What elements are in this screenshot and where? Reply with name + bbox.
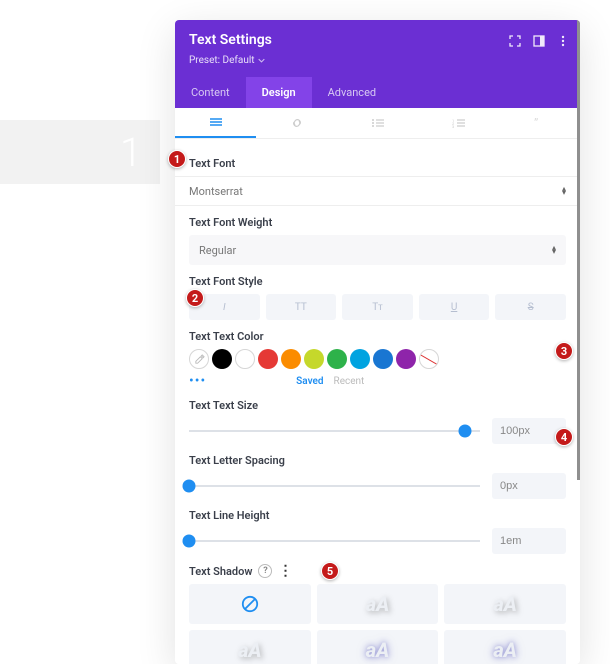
swatch-orange[interactable] [281, 349, 301, 369]
letter-spacing-slider[interactable] [189, 478, 480, 494]
shadow-presets: aA aA aA aA aA [189, 584, 566, 664]
none-icon [241, 595, 259, 613]
seg-p[interactable] [175, 108, 256, 138]
label-text-color: Text Text Color [189, 330, 566, 343]
snap-button[interactable] [528, 30, 550, 52]
scrollbar[interactable] [577, 20, 580, 480]
swatch-cyan[interactable] [350, 349, 370, 369]
palette-tabs: Saved Recent [296, 376, 364, 387]
tab-advanced[interactable]: Advanced [312, 77, 392, 108]
callout-4: 4 [555, 428, 573, 446]
shadow-none[interactable] [189, 584, 311, 624]
label-text-size: Text Text Size [189, 399, 566, 412]
palette-tab-saved[interactable]: Saved [296, 376, 323, 387]
paragraph-icon [209, 117, 223, 127]
text-size-slider[interactable] [189, 423, 480, 439]
line-height-slider[interactable] [189, 533, 480, 549]
style-strike[interactable]: S [495, 294, 566, 320]
preset-label: Preset: Default [189, 55, 255, 66]
help-icon[interactable]: ? [258, 564, 272, 578]
letter-spacing-input[interactable] [492, 473, 566, 499]
settings-panel: Text Settings Preset: Default Content De… [175, 20, 580, 664]
shadow-preset-3[interactable]: aA [189, 630, 311, 664]
seg-ol[interactable]: 123 [418, 108, 499, 138]
snap-icon [533, 35, 545, 47]
shadow-preset-5[interactable]: aA [444, 630, 566, 664]
eyedropper-icon [194, 354, 205, 365]
shadow-preset-1[interactable]: aA [317, 584, 439, 624]
shadow-preset-2[interactable]: aA [444, 584, 566, 624]
expand-button[interactable] [504, 30, 526, 52]
label-text-shadow: Text Shadow ? ⋮ [189, 564, 566, 578]
style-smallcaps[interactable]: Tᴛ [342, 294, 413, 320]
step-number: 1 [120, 129, 142, 176]
label-line-height: Text Line Height [189, 509, 566, 522]
eyedropper-button[interactable] [189, 349, 209, 369]
label-font-style: Text Font Style [189, 275, 566, 288]
shadow-preset-4[interactable]: aA [317, 630, 439, 664]
panel-header: Text Settings Preset: Default [175, 20, 580, 77]
label-letter-spacing: Text Letter Spacing [189, 454, 566, 467]
swatch-white[interactable] [235, 349, 255, 369]
tab-content[interactable]: Content [175, 77, 246, 108]
chevron-down-icon [258, 57, 265, 64]
text-font-select[interactable]: Montserrat ▴▾ [175, 176, 580, 206]
callout-5: 5 [321, 562, 339, 580]
label-text-font: Text Font [189, 157, 566, 170]
link-icon [291, 117, 303, 129]
header-actions [504, 30, 574, 52]
chevron-updown-icon: ▴▾ [552, 246, 556, 254]
svg-text:”: ” [534, 118, 538, 128]
swatch-green[interactable] [327, 349, 347, 369]
swatch-blue[interactable] [373, 349, 393, 369]
line-height-input[interactable] [492, 528, 566, 554]
font-weight-select[interactable]: Regular ▴▾ [189, 235, 566, 265]
font-style-buttons: I TT Tᴛ U S [189, 294, 566, 320]
seg-quote[interactable]: ” [499, 108, 580, 138]
palette-tab-recent[interactable]: Recent [334, 376, 365, 387]
ol-icon: 123 [452, 118, 466, 128]
chevron-updown-icon: ▴▾ [562, 187, 566, 195]
label-font-weight: Text Font Weight [189, 216, 566, 229]
text-element-tabs: 123 ” [175, 108, 580, 139]
step-indicator-bg: 1 [0, 120, 160, 184]
more-button[interactable] [552, 30, 574, 52]
ul-icon [371, 118, 385, 128]
tab-design[interactable]: Design [246, 77, 312, 108]
style-uppercase[interactable]: TT [266, 294, 337, 320]
expand-icon [509, 35, 521, 47]
callout-2: 2 [186, 289, 204, 307]
svg-text:3: 3 [452, 124, 454, 128]
more-vertical-icon [557, 35, 569, 47]
style-underline[interactable]: U [419, 294, 490, 320]
callout-1: 1 [168, 150, 186, 168]
swatch-lime[interactable] [304, 349, 324, 369]
seg-ul[interactable] [337, 108, 418, 138]
panel-body: 123 ” Text Font Montserrat ▴▾ Text Font … [175, 108, 580, 664]
callout-3: 3 [555, 342, 573, 360]
color-swatches [189, 349, 566, 369]
palette-more[interactable]: ••• [189, 373, 206, 389]
text-font-value: Montserrat [189, 185, 243, 198]
swatch-none[interactable] [419, 349, 439, 369]
quote-icon: ” [533, 118, 547, 128]
font-weight-value: Regular [199, 244, 236, 257]
seg-a[interactable] [256, 108, 337, 138]
swatch-purple[interactable] [396, 349, 416, 369]
preset-dropdown[interactable]: Preset: Default [189, 55, 265, 66]
main-tabs: Content Design Advanced [175, 77, 580, 108]
swatch-black[interactable] [212, 349, 232, 369]
swatch-red[interactable] [258, 349, 278, 369]
